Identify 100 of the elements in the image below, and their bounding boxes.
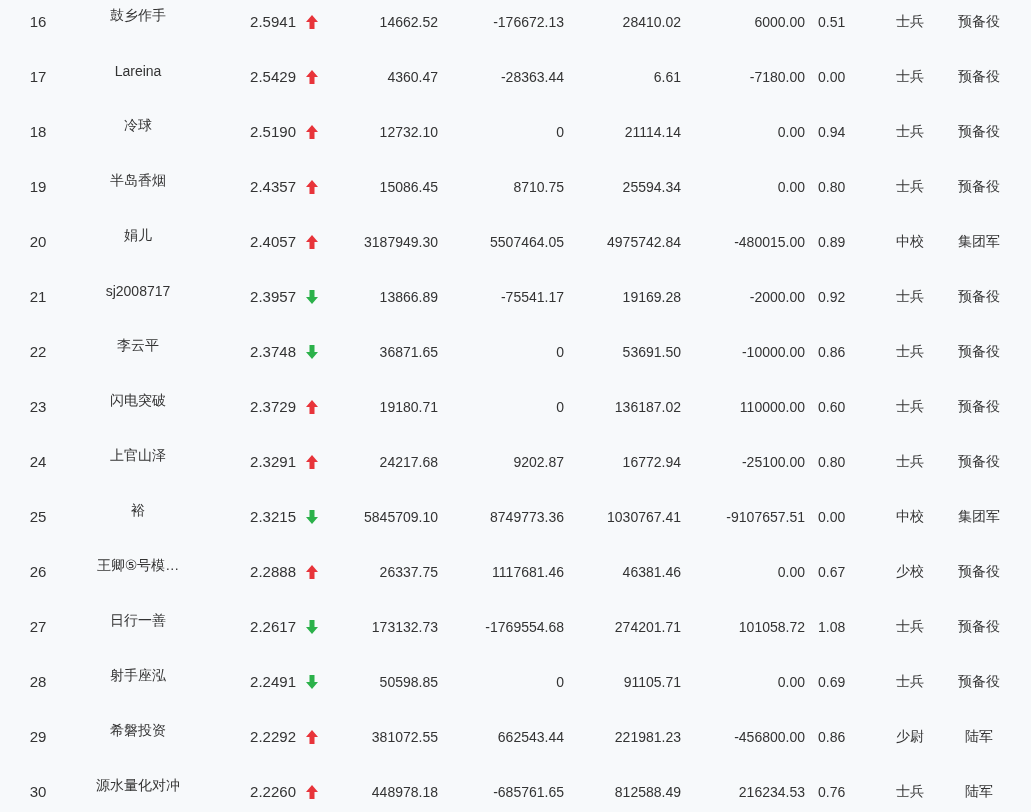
- unit-name: 预备役: [957, 452, 1000, 471]
- table-cell: 0: [556, 398, 564, 415]
- user-name: sj2008717: [105, 282, 171, 299]
- unit-name: 预备役: [957, 12, 1000, 31]
- military-rank: 中校: [896, 232, 924, 251]
- rank-number: 26: [29, 563, 47, 580]
- table-cell: 3187949.30: [364, 233, 438, 250]
- table-cell: 12732.10: [379, 123, 438, 140]
- table-cell: 15086.45: [379, 178, 438, 195]
- user-name: 王卿⑤号模…: [96, 556, 180, 575]
- table-cell: -2000.00: [749, 288, 805, 305]
- military-rank: 士兵: [896, 397, 924, 416]
- table-cell: 173132.73: [371, 618, 438, 635]
- table-cell: 36871.65: [379, 343, 438, 360]
- table-cell: 0: [556, 673, 564, 690]
- user-name: 裕: [131, 501, 145, 520]
- user-name: 射手座泓: [110, 666, 166, 685]
- table-cell: 28410.02: [622, 13, 681, 30]
- unit-name: 预备役: [957, 562, 1000, 581]
- table-cell: 0.67: [818, 563, 846, 580]
- score-value: 2.2888: [250, 563, 296, 580]
- unit-name: 预备役: [957, 672, 1000, 691]
- score-value: 2.4357: [250, 178, 296, 195]
- rank-number: 22: [29, 343, 47, 360]
- user-name: 李云平: [117, 336, 159, 355]
- unit-name: 预备役: [957, 617, 1000, 636]
- table-cell: 0.80: [818, 453, 846, 470]
- table-cell: -10000.00: [741, 343, 805, 360]
- military-rank: 士兵: [896, 67, 924, 86]
- user-name: 鼓乡作手: [110, 6, 166, 25]
- user-name: 希磐投资: [110, 721, 166, 740]
- table-cell: 24217.68: [379, 453, 438, 470]
- table-cell: 812588.49: [614, 783, 681, 800]
- table-cell: 662543.44: [497, 728, 564, 745]
- user-name: 日行一善: [110, 611, 166, 630]
- table-cell: 101058.72: [738, 618, 805, 635]
- table-cell: 4975742.84: [607, 233, 681, 250]
- table-cell: -176672.13: [493, 13, 564, 30]
- table-cell: 0.00: [818, 508, 846, 525]
- score-value: 2.2260: [250, 783, 296, 800]
- table-cell: 0.86: [818, 343, 846, 360]
- table-cell: -25100.00: [741, 453, 805, 470]
- rank-number: 23: [29, 398, 47, 415]
- unit-name: 预备役: [957, 342, 1000, 361]
- user-name: Lareina: [114, 62, 162, 79]
- table-cell: 13866.89: [379, 288, 438, 305]
- table-cell: 25594.34: [622, 178, 681, 195]
- unit-name: 预备役: [957, 397, 1000, 416]
- unit-name: 陆军: [964, 782, 993, 801]
- user-name: 冷球: [124, 116, 152, 135]
- score-value: 2.3748: [250, 343, 296, 360]
- table-cell: 9202.87: [513, 453, 564, 470]
- military-rank: 士兵: [896, 122, 924, 141]
- table-cell: 0.92: [818, 288, 846, 305]
- table-cell: 19169.28: [622, 288, 681, 305]
- military-rank: 士兵: [896, 782, 924, 801]
- table-cell: 0.00: [777, 123, 805, 140]
- table-cell: 4360.47: [387, 68, 438, 85]
- rank-number: 27: [29, 618, 47, 635]
- table-cell: -9107657.51: [726, 508, 805, 525]
- user-name: 源水量化对冲: [96, 776, 180, 795]
- score-value: 2.3957: [250, 288, 296, 305]
- unit-name: 预备役: [957, 122, 1000, 141]
- table-cell: -480015.00: [734, 233, 805, 250]
- table-cell: 8749773.36: [490, 508, 564, 525]
- table-cell: 16772.94: [622, 453, 681, 470]
- table-cell: 0.94: [818, 123, 846, 140]
- military-rank: 士兵: [896, 177, 924, 196]
- user-name: 闪电突破: [110, 391, 166, 410]
- table-cell: -7180.00: [749, 68, 805, 85]
- unit-name: 陆军: [964, 727, 993, 746]
- table-cell: 0.00: [777, 563, 805, 580]
- military-rank: 中校: [896, 507, 924, 526]
- table-cell: 0.60: [818, 398, 846, 415]
- table-cell: 8710.75: [513, 178, 564, 195]
- military-rank: 少尉: [896, 727, 924, 746]
- table-cell: 1117681.46: [492, 563, 564, 580]
- table-cell: -456800.00: [734, 728, 805, 745]
- table-cell: 91105.71: [623, 673, 681, 690]
- rank-number: 30: [29, 783, 47, 800]
- score-value: 2.4057: [250, 233, 296, 250]
- table-cell: 0: [556, 343, 564, 360]
- unit-name: 预备役: [957, 67, 1000, 86]
- table-cell: 46381.46: [622, 563, 681, 580]
- rank-number: 18: [29, 123, 47, 140]
- table-cell: 21114.14: [624, 123, 681, 140]
- table-cell: 26337.75: [379, 563, 438, 580]
- score-value: 2.5429: [250, 68, 296, 85]
- military-rank: 士兵: [896, 12, 924, 31]
- rank-number: 25: [29, 508, 47, 525]
- table-cell: 14662.52: [379, 13, 438, 30]
- score-value: 2.2617: [250, 618, 296, 635]
- military-rank: 少校: [896, 562, 924, 581]
- table-cell: 5507464.05: [490, 233, 564, 250]
- table-cell: -685761.65: [493, 783, 564, 800]
- rank-number: 17: [29, 68, 47, 85]
- score-value: 2.5190: [250, 123, 296, 140]
- table-cell: -28363.44: [500, 68, 564, 85]
- table-cell: 274201.71: [614, 618, 681, 635]
- table-cell: 136187.02: [614, 398, 681, 415]
